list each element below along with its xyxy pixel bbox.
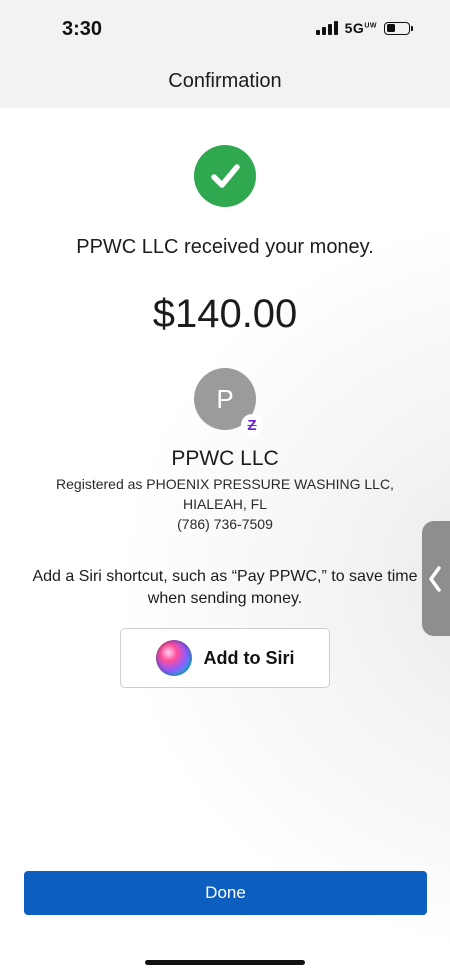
page-title: Confirmation xyxy=(168,70,282,92)
registered-line-1: Registered as PHOENIX PRESSURE WASHING L… xyxy=(56,476,394,492)
done-button[interactable]: Done xyxy=(24,871,427,915)
zelle-icon: Z xyxy=(241,414,263,436)
battery-icon xyxy=(384,21,413,35)
add-to-siri-button[interactable]: Add to Siri xyxy=(120,628,330,688)
amount-text: $140.00 xyxy=(152,292,298,336)
siri-prompt: Add a Siri shortcut, such as “Pay PPWC,”… xyxy=(32,568,418,607)
network-suffix: UW xyxy=(364,22,377,30)
add-to-siri-label: Add to Siri xyxy=(203,647,295,668)
network-label: 5G xyxy=(344,20,365,36)
zelle-glyph: Z xyxy=(247,416,257,434)
status-indicators: 5GUW xyxy=(315,20,413,36)
recipient-details: Registered as PHOENIX PRESSURE WASHING L… xyxy=(30,474,420,534)
status-time: 3:30 xyxy=(62,18,103,40)
home-indicator xyxy=(145,960,305,965)
network-indicator: 5GUW xyxy=(345,20,377,36)
registered-line-2: HIALEAH, FL xyxy=(182,496,268,512)
top-bar: 3:30 5GUW Confirmation xyxy=(0,0,450,108)
recipient-name: PPWC LLC xyxy=(171,447,279,470)
received-message: PPWC LLC received your money. xyxy=(76,236,374,258)
siri-orb-icon xyxy=(155,640,192,676)
cellular-signal-icon xyxy=(315,21,338,35)
side-handle[interactable] xyxy=(422,521,450,636)
success-check-icon xyxy=(194,145,256,207)
checkmark-icon xyxy=(211,164,240,188)
battery-level xyxy=(386,24,395,32)
chevron-left-icon xyxy=(429,565,441,592)
avatar-initial: P xyxy=(216,383,234,414)
recipient-phone: (786) 736-7509 xyxy=(177,516,273,532)
